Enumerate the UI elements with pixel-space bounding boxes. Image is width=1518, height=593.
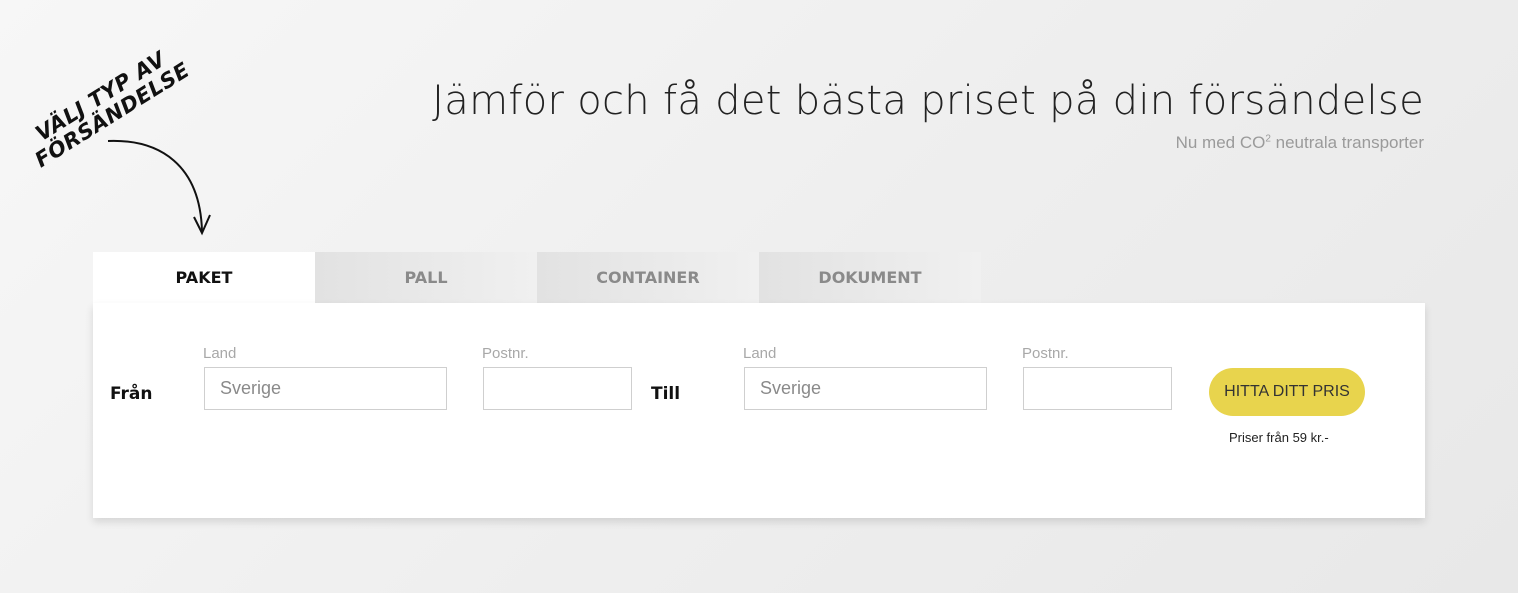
page-title: Jämför och få det bästa priset på din fö… — [432, 78, 1424, 124]
quote-form-panel: Från Land Postnr. Till Land Postnr. HITT… — [93, 303, 1425, 518]
arrow-icon — [107, 139, 211, 236]
tab-dokument[interactable]: DOKUMENT — [759, 252, 981, 303]
from-postal-input[interactable] — [483, 367, 632, 410]
shipment-type-tabs: PAKET PALL CONTAINER DOKUMENT — [93, 252, 981, 303]
to-country-label: Land — [743, 345, 777, 362]
page-subtitle: Nu med CO2 neutrala transporter — [1176, 133, 1424, 153]
tab-pall[interactable]: PALL — [315, 252, 537, 303]
find-price-button[interactable]: HITTA DITT PRIS — [1209, 368, 1365, 416]
from-country-label: Land — [203, 345, 237, 362]
tab-paket[interactable]: PAKET — [93, 252, 315, 303]
from-postal-label: Postnr. — [482, 345, 529, 362]
from-label: Från — [110, 384, 153, 404]
subtitle-suffix: neutrala transporter — [1270, 133, 1424, 152]
tab-container[interactable]: CONTAINER — [537, 252, 759, 303]
to-postal-label: Postnr. — [1022, 345, 1069, 362]
to-country-input[interactable] — [744, 367, 987, 410]
to-label: Till — [651, 384, 681, 404]
price-note: Priser från 59 kr.- — [1229, 430, 1329, 445]
from-country-input[interactable] — [204, 367, 447, 410]
subtitle-prefix: Nu med CO — [1175, 133, 1266, 152]
to-postal-input[interactable] — [1023, 367, 1172, 410]
